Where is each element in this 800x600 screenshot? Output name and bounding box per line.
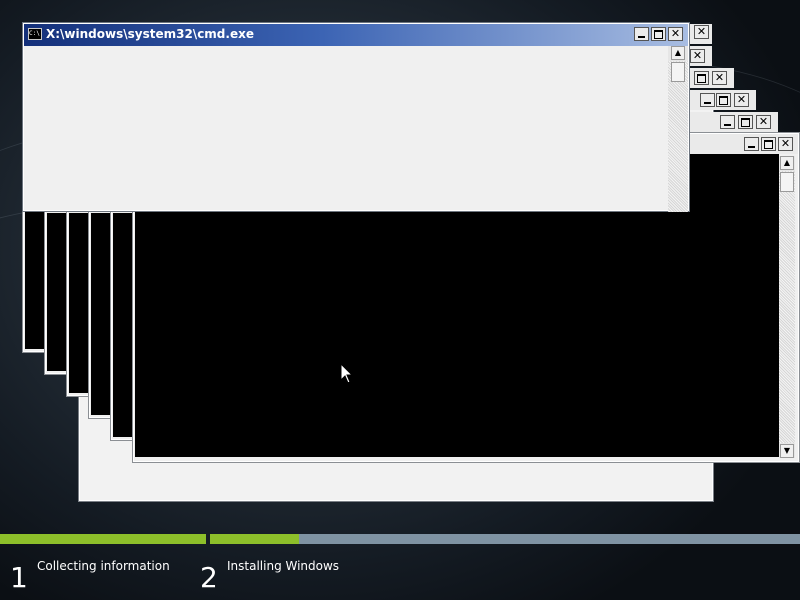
console-area-main[interactable] [25, 46, 668, 212]
cmd-window-titlebar-stack-e[interactable]: ✕ [688, 112, 778, 132]
minimize-icon[interactable] [700, 93, 715, 107]
maximize-icon[interactable] [761, 137, 776, 151]
close-icon[interactable]: ✕ [756, 115, 771, 129]
cmd-icon: C:\ [28, 28, 42, 40]
close-icon[interactable]: ✕ [734, 93, 749, 107]
step-label: Collecting information [37, 559, 170, 573]
close-icon[interactable]: ✕ [668, 27, 683, 41]
cmd-window-titlebar-stack-d[interactable]: ✕ [680, 90, 756, 110]
maximize-icon[interactable] [651, 27, 666, 41]
minimize-icon[interactable] [720, 115, 735, 129]
minimize-icon[interactable] [744, 137, 759, 151]
progress-bar-step1 [0, 534, 206, 544]
close-icon[interactable]: ✕ [694, 25, 709, 39]
window-title: X:\windows\system32\cmd.exe [46, 27, 254, 41]
scroll-up-arrow-icon[interactable]: ▲ [671, 46, 685, 60]
scroll-down-arrow-icon[interactable]: ▼ [780, 444, 794, 458]
vertical-scrollbar[interactable]: ▲ ▼ [779, 156, 795, 458]
step-number: 2 [200, 561, 218, 594]
scroll-thumb[interactable] [780, 172, 794, 192]
close-icon[interactable]: ✕ [778, 137, 793, 151]
progress-fill-step1 [0, 534, 206, 544]
progress-bar-step2 [210, 534, 800, 544]
maximize-icon[interactable] [738, 115, 753, 129]
scroll-thumb[interactable] [671, 62, 685, 82]
maximize-icon[interactable] [694, 71, 709, 85]
close-icon[interactable]: ✕ [690, 49, 705, 63]
progress-fill-step2 [210, 534, 299, 544]
maximize-icon[interactable] [716, 93, 731, 107]
step-label: Installing Windows [227, 559, 340, 573]
minimize-icon[interactable] [634, 27, 649, 41]
cmd-window-main-titlebar[interactable]: C:\ X:\windows\system32\cmd.exe ✕ [24, 24, 688, 46]
mouse-cursor-icon [340, 363, 354, 384]
vertical-scrollbar-main[interactable]: ▲ [668, 46, 688, 212]
step-number: 1 [10, 561, 28, 594]
scroll-up-arrow-icon[interactable]: ▲ [780, 156, 794, 170]
close-icon[interactable]: ✕ [712, 71, 727, 85]
